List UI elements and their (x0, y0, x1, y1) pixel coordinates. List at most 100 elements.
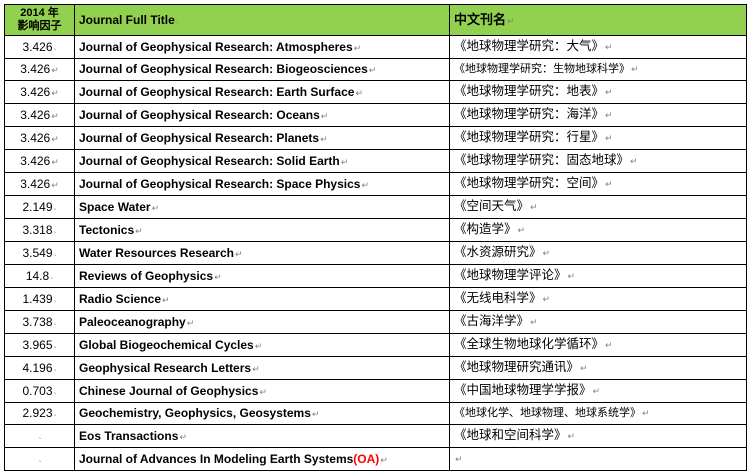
paragraph-mark: ↵ (605, 111, 613, 121)
impact-factor-value: 3.549 (22, 245, 53, 260)
table-row: 3.426↵ Journal of Geophysical Research: S… (4, 172, 747, 196)
paragraph-mark: ↵ (135, 225, 143, 236)
impact-factor-cell: ˴ (4, 424, 75, 448)
paragraph-mark: ↵ (51, 65, 59, 75)
journal-title-text: Journal of Geophysical Research: Biogeos… (79, 62, 368, 76)
paragraph-mark: ↵ (605, 43, 613, 53)
journal-table: 2014 年 影响因子 Journal Full Title˴ 中文刊名↵ 3.… (4, 4, 747, 471)
chinese-title-cell: 《地球物理学研究：生物地球科学》↵ (449, 58, 747, 81)
journal-title-cell: Journal of Geophysical Research: Solid E… (74, 149, 450, 173)
journal-title-cell: Radio Science↵ (74, 287, 450, 311)
journal-title-cell: Journal of Geophysical Research: Earth S… (74, 80, 450, 104)
paragraph-mark: ↵ (51, 87, 59, 98)
table-row: 3.738˴ Paleoceanography↵ 《古海洋学》 ↵ (4, 310, 747, 334)
impact-factor-cell: 3.318˴ (4, 218, 75, 242)
impact-factor-value: 3.426 (20, 84, 51, 99)
impact-factor-value: 0.703 (22, 383, 53, 398)
paragraph-mark: ↵ (340, 156, 349, 167)
paragraph-mark: ˴ (38, 454, 42, 465)
impact-factor-cell: 3.426↵ (4, 149, 75, 173)
journal-title-cell: Journal of Geophysical Research: Space P… (74, 172, 450, 196)
paragraph-mark: ˴ (50, 271, 54, 282)
journal-title-text: Journal of Geophysical Research: Space P… (79, 176, 361, 191)
paragraph-mark: ↵ (630, 157, 638, 167)
paragraph-mark: ↵ (51, 133, 59, 144)
journal-title-text: Journal of Advances In Modeling Earth Sy… (79, 451, 354, 466)
paragraph-mark: ˴ (53, 340, 57, 351)
chinese-title-text: 《古海洋学》 (454, 313, 530, 328)
impact-factor-value: 3.426 (20, 176, 51, 191)
paragraph-mark: ↵ (567, 432, 576, 442)
impact-factor-cell: 3.426↵ (4, 103, 75, 127)
impact-factor-cell: 3.738˴ (4, 310, 75, 334)
chinese-title-cell: 《地球物理学研究：空间》↵ (449, 172, 747, 196)
paragraph-mark: ↵ (186, 317, 195, 328)
journal-title-cell: Journal of Geophysical Research: Atmosph… (74, 35, 450, 59)
chinese-title-text: 《地球物理学研究：海洋》 (454, 106, 605, 121)
paragraph-mark: ↵ (51, 179, 59, 190)
paragraph-mark: ↵ (380, 454, 388, 465)
paragraph-mark: ↵ (631, 65, 639, 75)
chinese-title-cell: 《中国地球物理学学报》↵ (449, 379, 747, 403)
impact-factor-cell: 3.549˴ (4, 241, 75, 265)
journal-title-text: Paleoceanography (79, 314, 186, 329)
journal-title-cell: Journal of Geophysical Research: Oceans↵ (74, 103, 450, 127)
impact-factor-header: 2014 年 影响因子 (4, 4, 75, 36)
chinese-title-text: 《地球物理学研究：生物地球科学》 (454, 62, 630, 75)
chinese-title-text: 《地球物理学研究：空间》 (454, 175, 605, 190)
impact-factor-value: 3.426 (20, 62, 51, 76)
chinese-title-text: 《地球物理学评论》 (454, 267, 567, 282)
impact-factor-cell: 0.703˴ (4, 379, 75, 403)
paragraph-mark: ↵ (542, 295, 551, 305)
paragraph-mark: ↵ (592, 387, 601, 397)
paragraph-mark: ↵ (151, 202, 160, 213)
impact-factor-cell: 3.426↵ (4, 80, 75, 104)
impact-factor-cell: 1.439˴ (4, 287, 75, 311)
paragraph-mark: ↵ (320, 133, 328, 144)
open-access-label: (OA) (353, 451, 380, 466)
paragraph-mark: ↵ (311, 409, 320, 419)
impact-factor-value: 3.426 (20, 107, 51, 122)
paragraph-mark: ˴ (53, 386, 57, 397)
paragraph-mark: ↵ (507, 15, 515, 26)
paragraph-mark: ↵ (252, 363, 260, 374)
journal-title-text: Eos Transactions (79, 428, 179, 443)
paragraph-mark: ˴ (53, 409, 57, 419)
impact-factor-cell: 2.149˴ (4, 195, 75, 219)
paragraph-mark: ↵ (162, 294, 170, 305)
impact-factor-value: 1.439 (22, 291, 53, 306)
paragraph-mark: ↵ (580, 364, 588, 374)
chinese-title-cell: 《地球物理学研究：海洋》↵ (449, 103, 747, 127)
paragraph-mark: ↵ (353, 42, 362, 53)
table-row: 14.8˴ Reviews of Geophysics↵ 《地球物理学评论》↵ (4, 264, 747, 288)
paragraph-mark: ↵ (259, 386, 267, 397)
chinese-title-cell: 《地球化学、地球物理、地球系统学》↵ (449, 402, 747, 425)
impact-factor-cell: 3.426↵ (4, 58, 75, 81)
chinese-title-text: 《全球生物地球化学循环》 (454, 336, 605, 351)
impact-factor-value: 3.426 (20, 153, 51, 168)
table-header: 2014 年 影响因子 Journal Full Title˴ 中文刊名↵ (4, 4, 747, 36)
paragraph-mark: ↵ (567, 272, 576, 282)
table-row: 3.426↵ Journal of Geophysical Research: P… (4, 126, 747, 150)
paragraph-mark: ↵ (368, 65, 377, 75)
impact-factor-cell: 14.8˴ (4, 264, 75, 288)
chinese-title-text: 《无线电科学》 (454, 290, 542, 305)
journal-title-text: Journal of Geophysical Research: Planets (79, 130, 320, 145)
impact-factor-value: 2.923 (22, 406, 53, 420)
impact-factor-value: 3.965 (22, 337, 53, 352)
chinese-title-text: 《地球物理学研究：固态地球》 (454, 152, 630, 167)
journal-title-cell: Journal of Advances In Modeling Earth Sy… (74, 447, 450, 471)
journal-title-cell: Eos Transactions↵ (74, 424, 450, 448)
table-row: 2.149˴ Space Water↵ 《空间天气》↵ (4, 195, 747, 219)
chinese-title-cell: 《全球生物地球化学循环》↵ (449, 333, 747, 357)
journal-title-cell: Water Resources Research↵ (74, 241, 450, 265)
paragraph-mark: ↵ (51, 156, 59, 167)
chinese-title-cell: 《地球物理学研究：行星》↵ (449, 126, 747, 150)
chinese-title-text: 《空间天气》 (454, 198, 530, 213)
chinese-title-text: 《地球物理学研究：行星》 (454, 129, 605, 144)
table-row: 0.703˴ Chinese Journal of Geophysics↵ 《中国地… (4, 379, 747, 403)
table-row: 3.318˴ Tectonics↵ 《构造学》↵ (4, 218, 747, 242)
journal-title-cell: Paleoceanography↵ (74, 310, 450, 334)
journal-title-cell: Geochemistry, Geophysics, Geosystems↵ (74, 402, 450, 425)
table-row: ˴ Eos Transactions↵ 《地球和空间科学》↵ (4, 424, 747, 448)
